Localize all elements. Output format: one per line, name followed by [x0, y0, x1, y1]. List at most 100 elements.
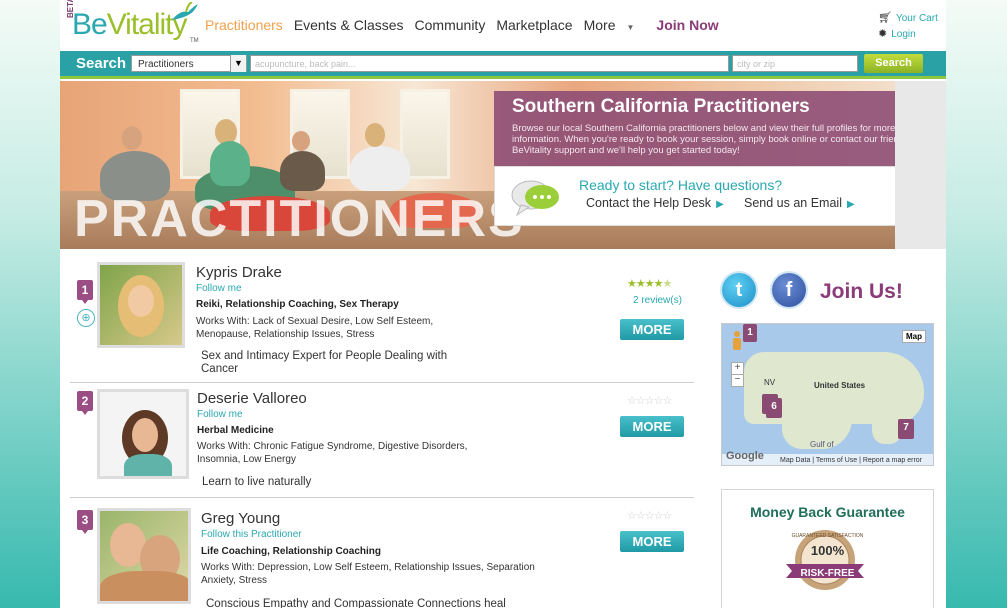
practitioner-name[interactable]: Kypris Drake: [196, 264, 282, 281]
list-item: 3 Greg Young Follow this Practitioner Li…: [70, 498, 694, 608]
main-nav: Practitioners Events & Classes Community…: [205, 17, 730, 33]
search-bar-accent: [60, 76, 946, 79]
map-water-label: Gulf of: [810, 440, 834, 449]
login-label: Login: [891, 29, 916, 40]
keyword-input[interactable]: acupuncture, back pain...: [250, 55, 729, 72]
map-footer-text[interactable]: Map Data | Terms of Use | Report a map e…: [780, 457, 922, 464]
login-link[interactable]: ✹ Login: [878, 27, 916, 40]
search-bar: Search Practitioners ▼ acupuncture, back…: [60, 51, 946, 76]
yoga-person: [280, 151, 325, 191]
hummingbird-icon: [172, 2, 198, 20]
search-button[interactable]: Search: [864, 54, 923, 73]
chevron-down-icon[interactable]: ▼: [230, 55, 246, 72]
follow-link[interactable]: Follow me: [197, 409, 243, 420]
logo-trademark: TM: [190, 38, 199, 44]
map-pin[interactable]: 1: [743, 324, 757, 342]
seal-percent: 100%: [810, 543, 845, 558]
map-country-label: United States: [814, 381, 866, 390]
send-email-link[interactable]: Send us an Email ▶: [744, 196, 855, 210]
nav-more[interactable]: More ▼: [584, 17, 646, 33]
help-question: Ready to start? Have questions?: [579, 177, 783, 193]
works-with: Works With: Lack of Sexual Desire, Low S…: [196, 316, 434, 340]
specialties: Herbal Medicine: [197, 425, 274, 436]
gear-icon: ✹: [878, 28, 888, 40]
yoga-person-head: [292, 131, 310, 151]
practitioner-name[interactable]: Greg Young: [201, 510, 280, 527]
caret-down-icon: ▼: [626, 23, 635, 32]
tagline: Sex and Intimacy Expert for People Deali…: [201, 350, 448, 375]
photo-shirt: [124, 454, 172, 476]
yoga-person-head: [365, 123, 385, 147]
join-now-link[interactable]: Join Now: [656, 17, 718, 33]
facebook-icon[interactable]: f: [772, 273, 806, 307]
tagline: Conscious Empathy and Compassionate Conn…: [206, 598, 506, 608]
search-label: Search: [76, 55, 127, 72]
star-rating: ☆☆☆☆☆: [627, 395, 672, 407]
photo-face: [132, 418, 158, 452]
cart-label: Your Cart: [895, 13, 938, 24]
nav-events-classes[interactable]: Events & Classes: [294, 17, 404, 33]
twitter-icon[interactable]: t: [722, 273, 756, 307]
follow-link[interactable]: Follow this Practitioner: [201, 529, 302, 540]
map-state-label: NV: [764, 378, 776, 387]
nav-practitioners[interactable]: Practitioners: [205, 17, 283, 33]
practitioner-photo[interactable]: [97, 389, 189, 479]
map-type-button[interactable]: Map: [902, 330, 926, 343]
list-item: 1 ⊕ Kypris Drake Follow me Reiki, Relati…: [70, 258, 694, 383]
more-button[interactable]: MORE: [620, 319, 684, 340]
contact-help-desk-link[interactable]: Contact the Help Desk ▶: [586, 196, 724, 210]
rank-badge: 1: [77, 280, 93, 304]
hero-right-edge: [895, 81, 946, 249]
yoga-person: [350, 146, 410, 191]
money-back-guarantee-box: Money Back Guarantee 100% RISK-FREE GUAR…: [721, 489, 934, 608]
practitioner-photo[interactable]: [97, 262, 185, 348]
play-arrow-icon: ▶: [846, 199, 855, 210]
yoga-person: [210, 141, 250, 186]
zoom-out-button[interactable]: −: [731, 374, 744, 387]
join-us-heading: Join Us!: [820, 280, 903, 303]
list-item: 2 Deserie Valloreo Follow me Herbal Medi…: [70, 383, 694, 498]
rank-badge: 2: [77, 391, 93, 415]
reviews-link[interactable]: 2 review(s): [633, 295, 682, 306]
rank-badge: 3: [77, 510, 93, 534]
more-button[interactable]: MORE: [620, 531, 684, 552]
play-arrow-icon: ▶: [716, 199, 724, 210]
star-rating: ☆☆☆☆☆: [627, 510, 672, 522]
works-with: Works With: Depression, Low Self Esteem,…: [201, 562, 535, 586]
map-pin[interactable]: 6: [766, 398, 782, 418]
more-button[interactable]: MORE: [620, 416, 684, 437]
globe-icon[interactable]: ⊕: [77, 309, 95, 327]
yoga-person-head: [122, 126, 142, 150]
map-pin[interactable]: 7: [898, 419, 914, 439]
nav-more-label: More: [583, 17, 616, 33]
specialties: Reiki, Relationship Coaching, Sex Therap…: [196, 299, 399, 310]
bevitality-logo[interactable]: BETA BeVitality TM: [66, 0, 202, 48]
works-with: Works With: Chronic Fatigue Syndrome, Di…: [197, 441, 468, 465]
tagline: Learn to live naturally: [202, 476, 312, 488]
nav-community[interactable]: Community: [415, 17, 486, 33]
star-rating: ★★★★★: [627, 278, 672, 290]
pegman-icon[interactable]: [730, 330, 744, 352]
practitioner-map[interactable]: United States NV Gulf of Map + − 1 6 7 M…: [721, 323, 934, 466]
seal-arc-text: GUARANTEED SATISFACTION: [791, 533, 864, 539]
chat-bubble-icon: [511, 180, 559, 217]
google-logo: Google: [726, 450, 764, 462]
email-label: Send us an Email: [744, 196, 842, 210]
logo-word-be: Be: [72, 8, 108, 41]
cart-icon: 🛒︎: [878, 12, 892, 24]
practitioner-name[interactable]: Deserie Valloreo: [197, 390, 307, 407]
practitioner-photo[interactable]: [97, 508, 191, 604]
photo-shirt: [100, 571, 188, 601]
your-cart-link[interactable]: 🛒︎ Your Cart: [878, 11, 938, 24]
hero-banner: PRACTITIONERS Southern California Practi…: [60, 81, 946, 249]
nav-marketplace[interactable]: Marketplace: [496, 17, 572, 33]
follow-link[interactable]: Follow me: [196, 283, 242, 294]
help-desk-label: Contact the Help Desk: [586, 196, 712, 210]
help-box: Ready to start? Have questions? Contact …: [494, 166, 946, 226]
location-input[interactable]: city or zip: [732, 55, 858, 72]
seal-risk-free: RISK-FREE: [800, 568, 855, 579]
hero-info-panel: Southern California Practitioners Browse…: [494, 91, 946, 166]
specialties: Life Coaching, Relationship Coaching: [201, 546, 382, 557]
photo-face: [128, 285, 154, 317]
page-container: BETA BeVitality TM Practitioners Events …: [60, 0, 946, 608]
